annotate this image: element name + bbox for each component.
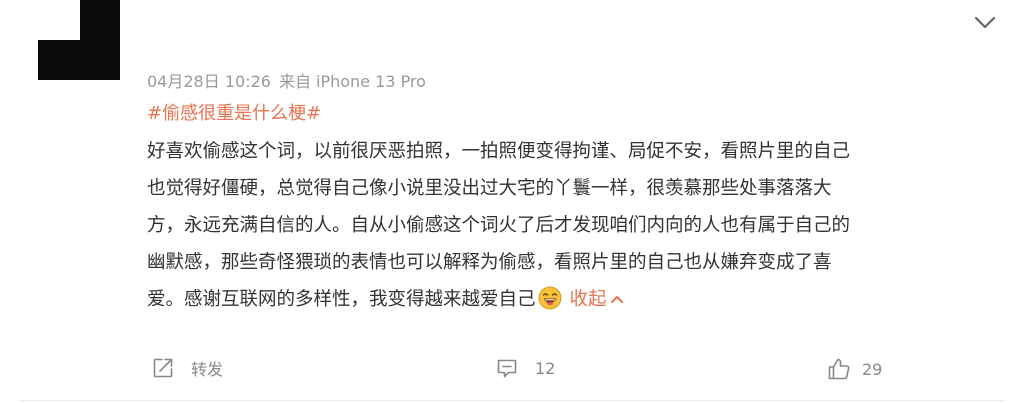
post-actions-bar: 转发 12 29	[0, 352, 1024, 386]
repost-button[interactable]: 转发	[151, 356, 223, 380]
laughing-face-emoji	[538, 286, 562, 310]
comment-button[interactable]: 12	[495, 356, 555, 380]
content-line: 方，永远充满自信的人。自从小偷感这个词火了后才发现咱们内向的人也有属于自己的	[147, 215, 851, 236]
avatar-redaction-block	[38, 40, 120, 80]
divider	[20, 400, 1004, 401]
post-meta: 04月28日 10:26 来自 iPhone 13 Pro	[147, 68, 426, 92]
comment-count: 12	[535, 358, 556, 378]
post-source: 来自 iPhone 13 Pro	[278, 72, 426, 91]
content-line: 也觉得好僵硬，总觉得自己像小说里没出过大宅的丫鬟一样，很羡慕那些处事落落大	[147, 178, 832, 199]
chevron-down-icon	[974, 16, 996, 29]
like-count: 29	[862, 359, 883, 379]
more-options-button[interactable]	[970, 10, 1000, 36]
avatar-redaction-block	[80, 0, 120, 42]
comment-icon	[497, 359, 517, 378]
like-button[interactable]: 29	[826, 356, 882, 382]
collapse-button[interactable]: 收起	[570, 289, 624, 310]
content-line-last: 爱。感谢互联网的多样性，我变得越来越爱自己 收起	[147, 281, 997, 318]
share-icon	[153, 358, 173, 378]
repost-label: 转发	[191, 360, 224, 379]
topic-hashtag-link[interactable]: #偷感很重是什么梗#	[147, 99, 321, 125]
content-line: 好喜欢偷感这个词，以前很厌恶拍照，一拍照便变得拘谨、局促不安，看照片里的自己	[147, 141, 851, 162]
thumbs-up-icon	[828, 358, 850, 380]
content-line: 幽默感，那些奇怪猥琐的表情也可以解释为偷感，看照片里的自己也从嫌弃变成了喜	[147, 252, 832, 273]
post-timestamp[interactable]: 04月28日 10:26	[147, 72, 271, 91]
post-content: 好喜欢偷感这个词，以前很厌恶拍照，一拍照便变得拘谨、局促不安，看照片里的自己 也…	[147, 133, 997, 318]
content-line-text: 爱。感谢互联网的多样性，我变得越来越爱自己	[147, 289, 536, 310]
chevron-up-icon	[610, 296, 623, 303]
avatar[interactable]	[38, 0, 120, 80]
